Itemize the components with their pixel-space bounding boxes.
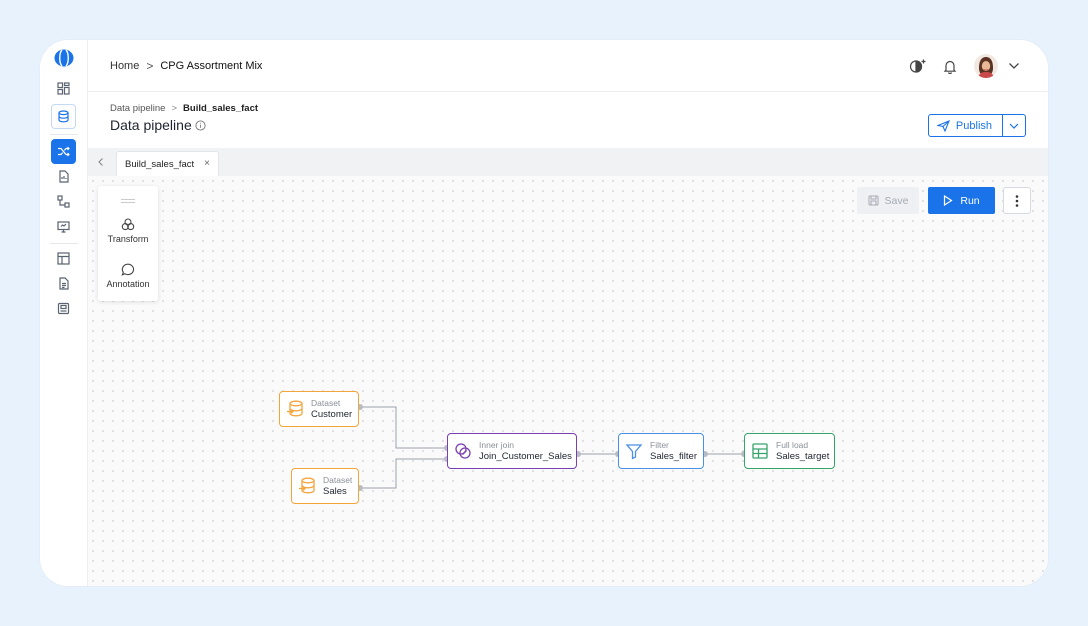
publish-label: Publish [955, 119, 992, 132]
breadcrumb-current: CPG Assortment Mix [160, 60, 263, 72]
page-title: Data pipeline [110, 117, 206, 133]
node-type: Inner join [479, 440, 514, 450]
send-icon [936, 119, 950, 132]
pipeline-canvas[interactable]: Transform Annotation Save Run Dataset Cu… [88, 176, 1048, 586]
rail-home-icon[interactable] [51, 76, 76, 101]
more-options-button[interactable] [1003, 187, 1031, 214]
left-rail [40, 40, 88, 586]
kebab-icon [1015, 194, 1019, 207]
tab-strip: Build_sales_fact × [88, 148, 1048, 176]
node-name: Customer [311, 409, 353, 420]
page-header: Data pipeline > Build_sales_fact Data pi… [88, 92, 1048, 148]
rail-table-icon[interactable] [51, 246, 76, 271]
run-button[interactable]: Run [928, 187, 995, 214]
breadcrumb-separator: > [146, 59, 154, 73]
breadcrumb-home[interactable]: Home [110, 60, 139, 72]
node-type: Filter [650, 440, 669, 450]
tab-label: Build_sales_fact [125, 158, 195, 170]
rail-storage-icon[interactable] [51, 296, 76, 321]
palette-annotation-label: Annotation [106, 279, 150, 289]
node-full-load[interactable]: Full load Sales_target [744, 433, 835, 469]
filter-icon [625, 444, 643, 460]
node-inner-join[interactable]: Inner join Join_Customer_Sales [447, 433, 577, 469]
node-type: Full load [776, 440, 809, 450]
save-button[interactable]: Save [857, 187, 919, 214]
node-name: Sales_target [776, 451, 830, 462]
app-window: Home > CPG Assortment Mix Data pipeline … [40, 40, 1048, 586]
comment-icon [121, 263, 135, 276]
rail-flow-icon[interactable] [51, 189, 76, 214]
run-label: Run [960, 194, 980, 207]
palette-transform[interactable]: Transform [98, 218, 158, 244]
node-dataset-customer[interactable]: Dataset Customer [279, 391, 359, 427]
rail-document-chart-icon[interactable] [51, 164, 76, 189]
dataset-icon [287, 400, 303, 417]
save-label: Save [884, 194, 909, 207]
node-name: Sales [323, 486, 347, 497]
join-icon [455, 443, 471, 459]
rail-monitor-icon[interactable] [51, 214, 76, 239]
tab-build-sales-fact[interactable]: Build_sales_fact × [116, 151, 219, 176]
rail-pipeline-icon[interactable] [51, 139, 76, 164]
info-icon[interactable] [195, 119, 206, 131]
breadcrumb: Home > CPG Assortment Mix [110, 59, 262, 73]
top-actions [898, 54, 1026, 78]
node-palette: Transform Annotation [98, 186, 158, 301]
pipeline-breadcrumb-separator: > [171, 103, 178, 114]
drag-handle[interactable] [121, 199, 135, 203]
tab-close-icon[interactable]: × [204, 158, 210, 169]
node-dataset-sales[interactable]: Dataset Sales [291, 468, 359, 504]
save-icon [868, 195, 879, 206]
pipeline-breadcrumb-current: Build_sales_fact [183, 103, 259, 114]
dataset-icon [299, 477, 315, 494]
node-type: Dataset [311, 398, 341, 408]
app-logo-icon[interactable] [54, 49, 74, 67]
pipeline-breadcrumb-root[interactable]: Data pipeline [110, 103, 165, 114]
palette-annotation[interactable]: Annotation [98, 263, 158, 289]
publish-split-button: Publish [927, 114, 1026, 137]
node-name: Join_Customer_Sales [479, 451, 572, 462]
rail-report-icon[interactable] [51, 271, 76, 296]
publish-options-button[interactable] [1003, 115, 1025, 136]
transform-icon [121, 218, 135, 231]
pipeline-breadcrumb: Data pipeline > Build_sales_fact [110, 103, 258, 114]
chevron-left-icon[interactable] [94, 155, 108, 169]
node-type: Dataset [323, 475, 353, 485]
publish-button[interactable]: Publish [929, 115, 1003, 136]
node-name: Sales_filter [650, 451, 697, 462]
edge-customer-join [360, 406, 447, 449]
table-icon [752, 443, 768, 459]
node-filter[interactable]: Filter Sales_filter [618, 433, 704, 469]
page-title-text: Data pipeline [110, 117, 192, 133]
palette-transform-label: Transform [107, 234, 149, 244]
theme-toggle-icon[interactable] [906, 54, 930, 78]
bell-icon[interactable] [938, 54, 962, 78]
top-bar: Home > CPG Assortment Mix [88, 40, 1048, 92]
rail-database-icon[interactable] [51, 104, 76, 129]
edge-sales-join [360, 458, 447, 489]
play-icon [944, 195, 953, 206]
pipeline-connectors [357, 404, 747, 491]
avatar[interactable] [974, 54, 998, 78]
chevron-down-icon[interactable] [1002, 54, 1026, 78]
chevron-down-icon [1009, 123, 1019, 129]
